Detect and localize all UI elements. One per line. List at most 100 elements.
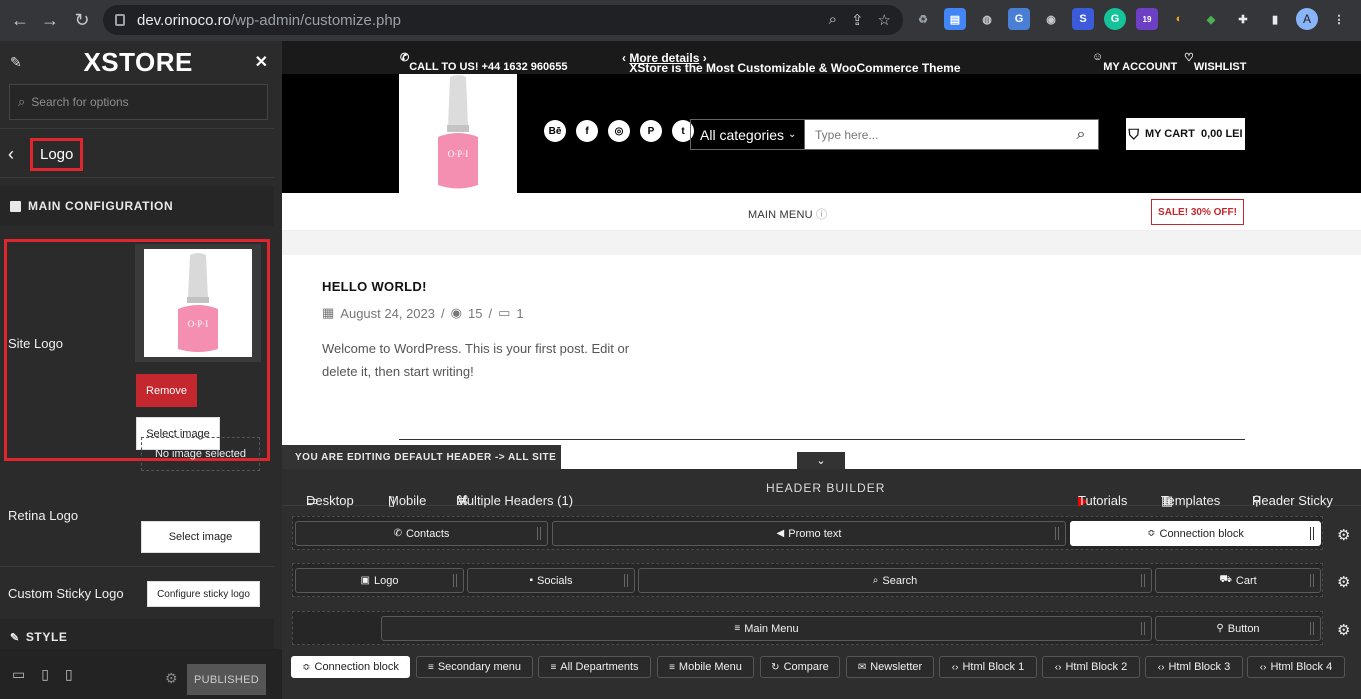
row-settings-gear-icon[interactable]: ⚙ <box>1337 526 1350 544</box>
row-settings-gear-icon[interactable]: ⚙ <box>1337 621 1350 639</box>
camera-extension-icon[interactable]: ◉ <box>1040 8 1062 30</box>
desktop-preview-icon[interactable]: ▭ <box>12 666 25 683</box>
mobile-preview-icon[interactable]: ▯ <box>65 666 73 683</box>
block-main-menu[interactable]: ≡ Main Menu <box>381 616 1152 641</box>
block-logo[interactable]: ▣ Logo <box>295 568 464 593</box>
block-contacts[interactable]: ✆ Contacts <box>295 521 548 546</box>
globe-extension-icon[interactable]: ◍ <box>976 8 998 30</box>
facebook-icon[interactable]: f <box>576 120 598 142</box>
drag-handle[interactable] <box>1310 574 1314 587</box>
diamond-extension-icon[interactable]: ◆ <box>1200 8 1222 30</box>
available-label: Newsletter <box>870 661 923 673</box>
post-comments[interactable]: 1 <box>516 306 523 321</box>
recycle-extension-icon[interactable]: ♻ <box>912 8 934 30</box>
search-icon[interactable]: ⌕ <box>1064 120 1098 149</box>
nail-polish-bottle-icon: O·P·I <box>178 253 218 352</box>
chevron-down-icon[interactable]: ⌄ <box>797 452 845 469</box>
back-chevron-icon[interactable]: ‹ <box>8 144 30 165</box>
available-html-block-2[interactable]: ‹› Html Block 2 <box>1042 656 1140 678</box>
available-all-departments[interactable]: ≡ All Departments <box>538 656 651 678</box>
address-bar[interactable]: dev.orinoco.ro/wp-admin/customize.php ⌕ … <box>103 5 903 35</box>
available-html-block-3[interactable]: ‹› Html Block 3 <box>1145 656 1243 678</box>
block-connection[interactable]: ≎ Connection block <box>1070 521 1321 546</box>
grammarly-extension-icon[interactable]: G <box>1104 8 1126 30</box>
site-logo-preview[interactable]: O·P·I <box>135 244 261 362</box>
block-cart[interactable]: ⛟ Cart <box>1155 568 1321 593</box>
side-panel-icon[interactable]: ▮ <box>1264 8 1286 30</box>
block-button[interactable]: ⚲ Button <box>1155 616 1321 641</box>
block-label: Promo text <box>788 527 842 540</box>
instagram-icon[interactable]: ◎ <box>608 120 630 142</box>
drag-handle[interactable] <box>1310 622 1314 635</box>
drag-handle[interactable] <box>624 574 628 587</box>
retina-select-image-button[interactable]: Select image <box>141 521 260 553</box>
image-icon: ▣ <box>360 575 370 586</box>
block-label: Contacts <box>405 527 450 540</box>
s-extension-icon[interactable]: S <box>1072 8 1094 30</box>
code-icon: ‹› <box>1259 661 1267 673</box>
share-icon[interactable]: ⇪ <box>851 11 864 29</box>
layers-icon: ≎ <box>302 661 311 673</box>
available-connection-block[interactable]: ≎ Connection block <box>291 656 410 678</box>
available-newsletter[interactable]: ✉ Newsletter <box>846 656 934 678</box>
puzzle-extensions-icon[interactable]: ✚ <box>1232 8 1254 30</box>
main-configuration-header[interactable]: MAIN CONFIGURATION <box>0 186 274 226</box>
my-account-link[interactable]: ☺ MY ACCOUNT <box>1092 51 1177 73</box>
profile-avatar[interactable]: A <box>1296 8 1318 30</box>
configure-sticky-logo-button[interactable]: Configure sticky logo <box>147 581 260 607</box>
site-logo[interactable]: O·P·I <box>399 74 517 193</box>
translate-extension-icon[interactable]: G <box>1008 8 1030 30</box>
forward-icon[interactable]: → <box>34 4 66 36</box>
cart-button[interactable]: ⛉ MY CART 0,00 LEI <box>1126 118 1245 150</box>
close-icon[interactable]: ✕ <box>255 52 268 72</box>
reload-icon[interactable]: ↻ <box>66 4 98 36</box>
badge-extension-icon[interactable]: 19 <box>1136 8 1158 30</box>
block-socials[interactable]: ▪ Socials <box>467 568 635 593</box>
docs-extension-icon[interactable]: ▤ <box>944 8 966 30</box>
svg-text:O·P·I: O·P·I <box>448 149 469 159</box>
extension-badge-count: 19 <box>1142 14 1152 24</box>
zoom-icon[interactable]: ⌕ <box>829 11 837 29</box>
main-menu-link[interactable]: MAIN MENU ⓘ <box>748 206 827 222</box>
header-top-bar: ✆ CALL TO US! +44 1632 960655 ‹ XStore i… <box>282 41 1361 75</box>
drag-handle[interactable] <box>537 527 541 540</box>
drag-handle[interactable] <box>453 574 457 587</box>
comment-icon: ▭ <box>498 305 511 320</box>
block-search[interactable]: ⌕ Search <box>638 568 1152 593</box>
product-search-input[interactable] <box>805 120 1064 149</box>
options-search-input[interactable] <box>31 95 252 109</box>
brush-icon: ✎ <box>10 631 20 644</box>
available-compare[interactable]: ↻ Compare <box>760 656 840 678</box>
block-promo-text[interactable]: ◀ Promo text <box>552 521 1066 546</box>
block-label: Connection block <box>1159 527 1244 540</box>
menu-kebab-icon[interactable]: ⋮ <box>1328 8 1350 30</box>
tablet-preview-icon[interactable]: ▯ <box>41 666 49 683</box>
moon-extension-icon[interactable]: ◐ <box>1168 8 1190 30</box>
category-select[interactable]: All categories ⌄ <box>691 120 805 149</box>
sale-button[interactable]: SALE! 30% OFF! <box>1151 199 1244 225</box>
available-html-block-4[interactable]: ‹› Html Block 4 <box>1247 656 1345 678</box>
bookmark-star-icon[interactable]: ☆ <box>878 11 891 29</box>
pin-icon[interactable]: ✎ <box>10 54 22 71</box>
multiple-headers-label: Multiple Headers (1) <box>456 493 574 508</box>
behance-icon[interactable]: Bē <box>544 120 566 142</box>
post-excerpt: Welcome to WordPress. This is your first… <box>322 341 630 379</box>
drag-handle[interactable] <box>1141 574 1145 587</box>
available-secondary-menu[interactable]: ≡ Secondary menu <box>416 656 533 678</box>
drag-handle[interactable] <box>1310 527 1314 540</box>
drag-handle[interactable] <box>1141 622 1145 635</box>
back-icon[interactable]: ← <box>4 4 36 36</box>
post-title[interactable]: HELLO WORLD! <box>322 279 427 294</box>
available-html-block-1[interactable]: ‹› Html Block 1 <box>939 656 1037 678</box>
chevron-down-icon: ⌄ <box>787 129 797 140</box>
header-nav-row: MAIN MENU ⓘ SALE! 30% OFF! <box>282 193 1361 231</box>
gear-icon[interactable]: ⚙ <box>165 670 178 687</box>
drag-handle[interactable] <box>1055 527 1059 540</box>
pinterest-icon[interactable]: P <box>640 120 662 142</box>
row-settings-gear-icon[interactable]: ⚙ <box>1337 573 1350 591</box>
available-mobile-menu[interactable]: ≡ Mobile Menu <box>657 656 754 678</box>
remove-logo-button[interactable]: Remove <box>136 374 197 407</box>
options-search: ⌕ <box>9 84 268 120</box>
published-button[interactable]: PUBLISHED <box>187 664 266 695</box>
wishlist-link[interactable]: ♡ WISHLIST <box>1184 51 1246 73</box>
